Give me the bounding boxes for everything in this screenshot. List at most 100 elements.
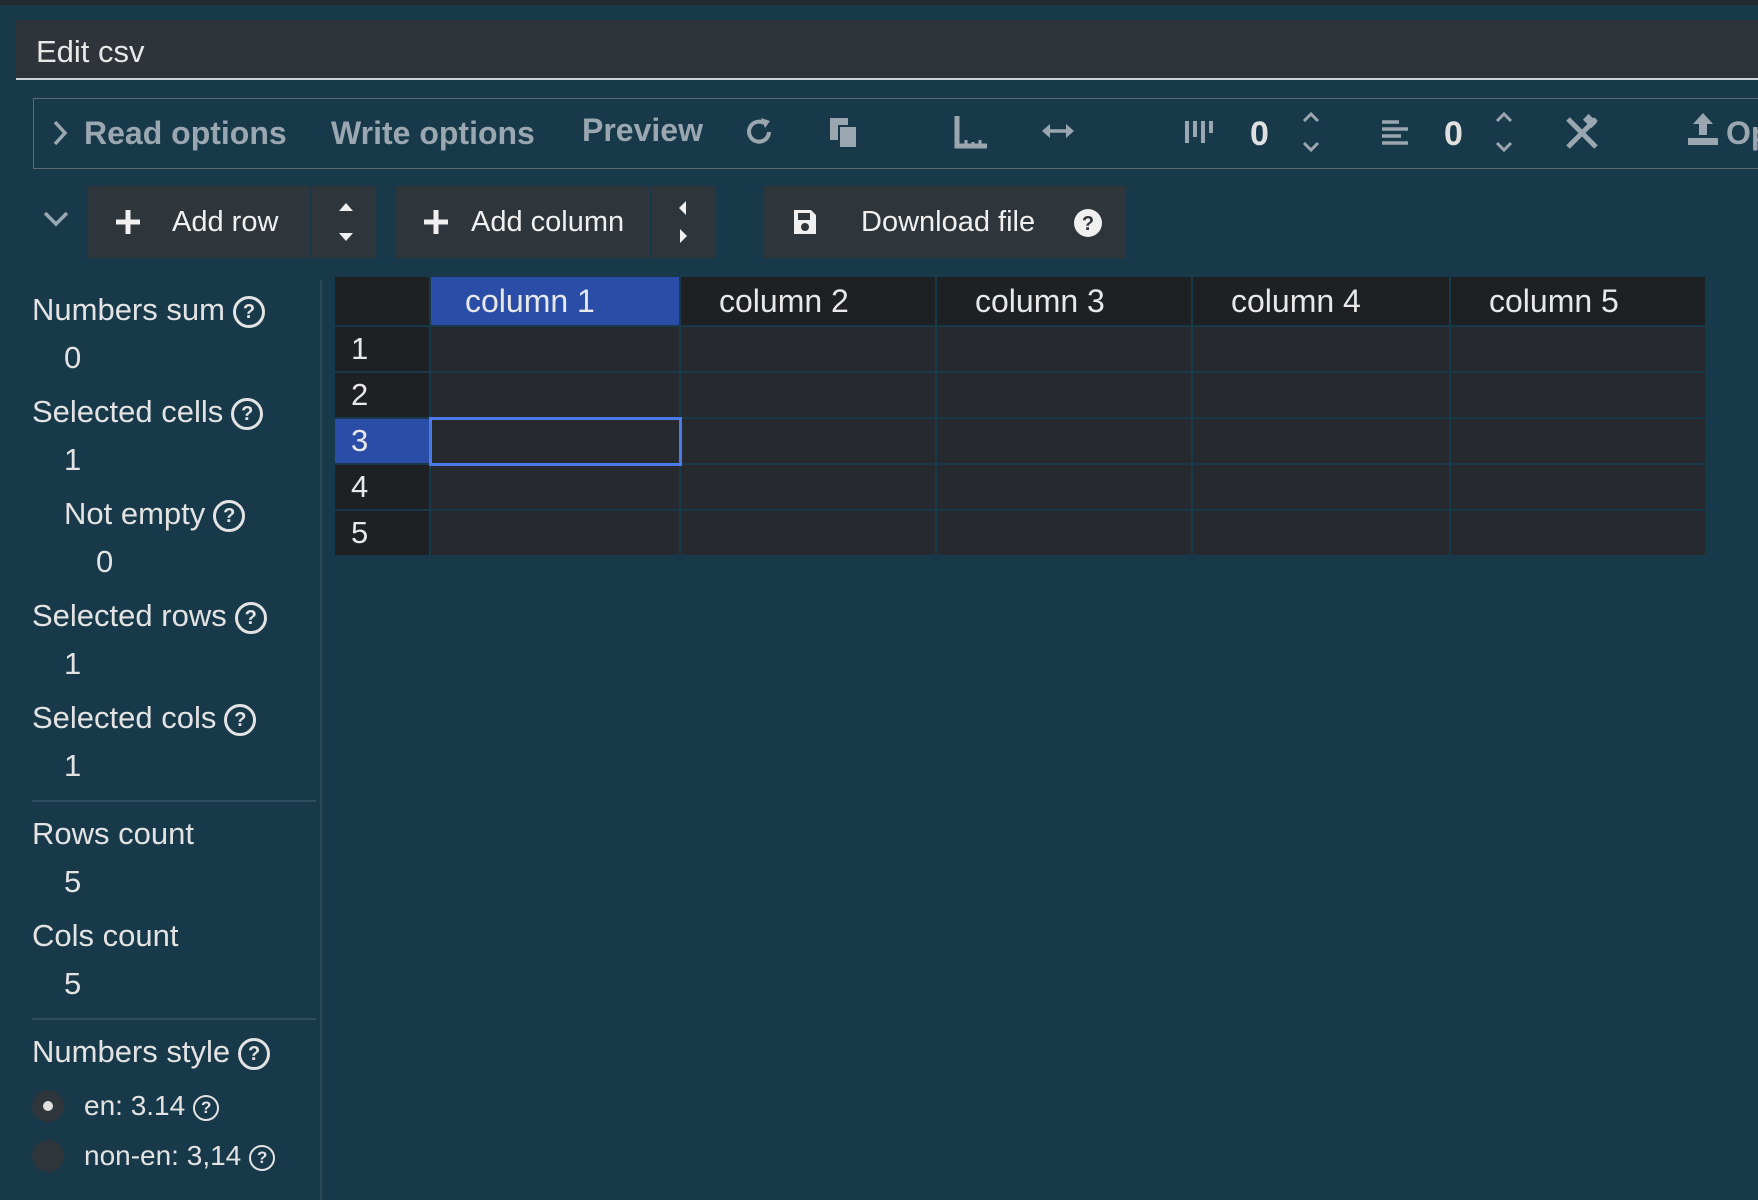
table-cell[interactable]	[1191, 371, 1451, 419]
add-row-button[interactable]: Add row	[172, 206, 278, 239]
divider	[310, 186, 312, 258]
cols-count-value: 5	[64, 966, 82, 1001]
table-row: 1	[333, 325, 1707, 373]
help-icon[interactable]: ?	[193, 1095, 220, 1121]
table-cell[interactable]	[1449, 371, 1707, 419]
table-cell[interactable]	[935, 371, 1193, 419]
style-en-radio[interactable]	[32, 1090, 64, 1122]
style-non-en-label[interactable]: non-en: 3,14?	[84, 1140, 276, 1172]
window-title: Edit csv	[36, 34, 145, 69]
help-icon[interactable]: ?	[234, 602, 267, 634]
table-cell[interactable]	[1191, 325, 1451, 373]
column-header[interactable]: column 5	[1449, 275, 1707, 327]
help-icon[interactable]: ?	[213, 500, 246, 532]
header-row: column 1 column 2 column 3 column 4 colu…	[333, 275, 1707, 327]
divider	[650, 186, 652, 258]
plus-icon	[116, 210, 140, 234]
plus-icon	[424, 210, 448, 234]
toolbar: Read options Write options Preview 0 0 O…	[33, 98, 1758, 169]
top-border	[0, 0, 1758, 5]
column-margin-stepper-icon[interactable]	[1300, 109, 1322, 155]
table-cell[interactable]	[1191, 417, 1451, 465]
paste-icon[interactable]	[829, 115, 859, 149]
table-cell[interactable]	[1191, 463, 1451, 511]
table-row: 2	[333, 371, 1707, 419]
help-icon[interactable]: ?	[231, 398, 264, 430]
not-empty-value: 0	[96, 544, 114, 579]
row-header[interactable]: 5	[333, 509, 431, 557]
selected-rows-label: Selected rows?	[32, 598, 267, 634]
table-cell[interactable]	[679, 325, 937, 373]
divider	[32, 800, 316, 802]
row-header[interactable]: 2	[333, 371, 431, 419]
selected-cells-value: 1	[64, 442, 82, 477]
help-icon[interactable]: ?	[224, 704, 257, 736]
table-cell[interactable]	[679, 371, 937, 419]
rows-count-label: Rows count	[32, 816, 194, 851]
read-options-tab[interactable]: Read options	[84, 115, 287, 152]
selected-cell[interactable]	[428, 416, 682, 466]
refresh-icon[interactable]	[742, 115, 776, 149]
arrows-horizontal-icon[interactable]	[1040, 121, 1076, 141]
selected-cols-label: Selected cols?	[32, 700, 257, 736]
open-tab[interactable]: Op	[1726, 115, 1758, 152]
style-en-label[interactable]: en: 3.14?	[84, 1090, 220, 1122]
table-cell[interactable]	[429, 509, 681, 557]
table-cell[interactable]	[1449, 463, 1707, 511]
table-row: 5	[333, 509, 1707, 557]
stats-sidebar: Numbers sum? 0 Selected cells? 1 Not emp…	[0, 280, 322, 1200]
table-cell[interactable]	[1449, 325, 1707, 373]
preview-tab[interactable]: Preview	[582, 112, 703, 149]
chevron-right-icon[interactable]	[52, 119, 68, 147]
upload-icon[interactable]	[1686, 111, 1720, 147]
table-cell[interactable]	[429, 325, 681, 373]
table-cell[interactable]	[429, 371, 681, 419]
help-icon[interactable]: ?	[249, 1145, 276, 1171]
write-options-tab[interactable]: Write options	[331, 115, 535, 152]
help-icon[interactable]: ?	[238, 1038, 271, 1070]
table-cell[interactable]	[935, 463, 1193, 511]
table-cell[interactable]	[1449, 417, 1707, 465]
column-header[interactable]: column 2	[679, 275, 937, 327]
row-header[interactable]: 4	[333, 463, 431, 511]
table-cell[interactable]	[679, 463, 937, 511]
table-cell[interactable]	[935, 509, 1193, 557]
numbers-sum-label: Numbers sum?	[32, 292, 265, 328]
column-margin-value[interactable]: 0	[1250, 115, 1269, 154]
table-cell[interactable]	[1449, 509, 1707, 557]
download-file-button[interactable]: Download file ?	[764, 186, 1126, 258]
row-margin-stepper-icon[interactable]	[1493, 109, 1515, 155]
window-titlebar: Edit csv	[16, 20, 1758, 80]
row-header[interactable]: 3	[333, 417, 431, 465]
align-left-icon	[1382, 120, 1408, 145]
table-cell[interactable]	[1191, 509, 1451, 557]
radio-dot	[43, 1101, 53, 1111]
column-header[interactable]: column 4	[1191, 275, 1451, 327]
table-cell[interactable]	[679, 509, 937, 557]
row-up-down-icon[interactable]	[336, 200, 356, 244]
table-cell[interactable]	[679, 417, 937, 465]
ruler-icon[interactable]	[954, 113, 990, 149]
table-cell[interactable]	[429, 463, 681, 511]
table-cell[interactable]	[935, 417, 1193, 465]
table-cell[interactable]	[935, 325, 1193, 373]
row-margin-value[interactable]: 0	[1444, 115, 1463, 154]
row-header[interactable]: 1	[333, 325, 431, 373]
add-row-button-group: Add row	[88, 186, 376, 258]
not-empty-label: Not empty?	[64, 496, 246, 532]
help-icon[interactable]: ?	[232, 296, 265, 328]
column-header[interactable]: column 1	[429, 275, 681, 327]
rows-count-value: 5	[64, 864, 82, 899]
cols-count-label: Cols count	[32, 918, 179, 953]
numbers-sum-value: 0	[64, 340, 82, 375]
style-non-en-radio[interactable]	[32, 1140, 64, 1172]
column-header[interactable]: column 3	[935, 275, 1193, 327]
selected-cols-value: 1	[64, 748, 82, 783]
column-left-right-icon[interactable]	[674, 198, 692, 246]
help-icon[interactable]: ?	[1073, 208, 1103, 238]
corner-cell[interactable]	[333, 275, 431, 327]
add-column-button-group: Add column	[396, 186, 716, 258]
clear-tools-icon[interactable]	[1562, 113, 1602, 153]
add-column-button[interactable]: Add column	[471, 206, 624, 239]
collapse-chevron-icon[interactable]	[42, 210, 70, 228]
